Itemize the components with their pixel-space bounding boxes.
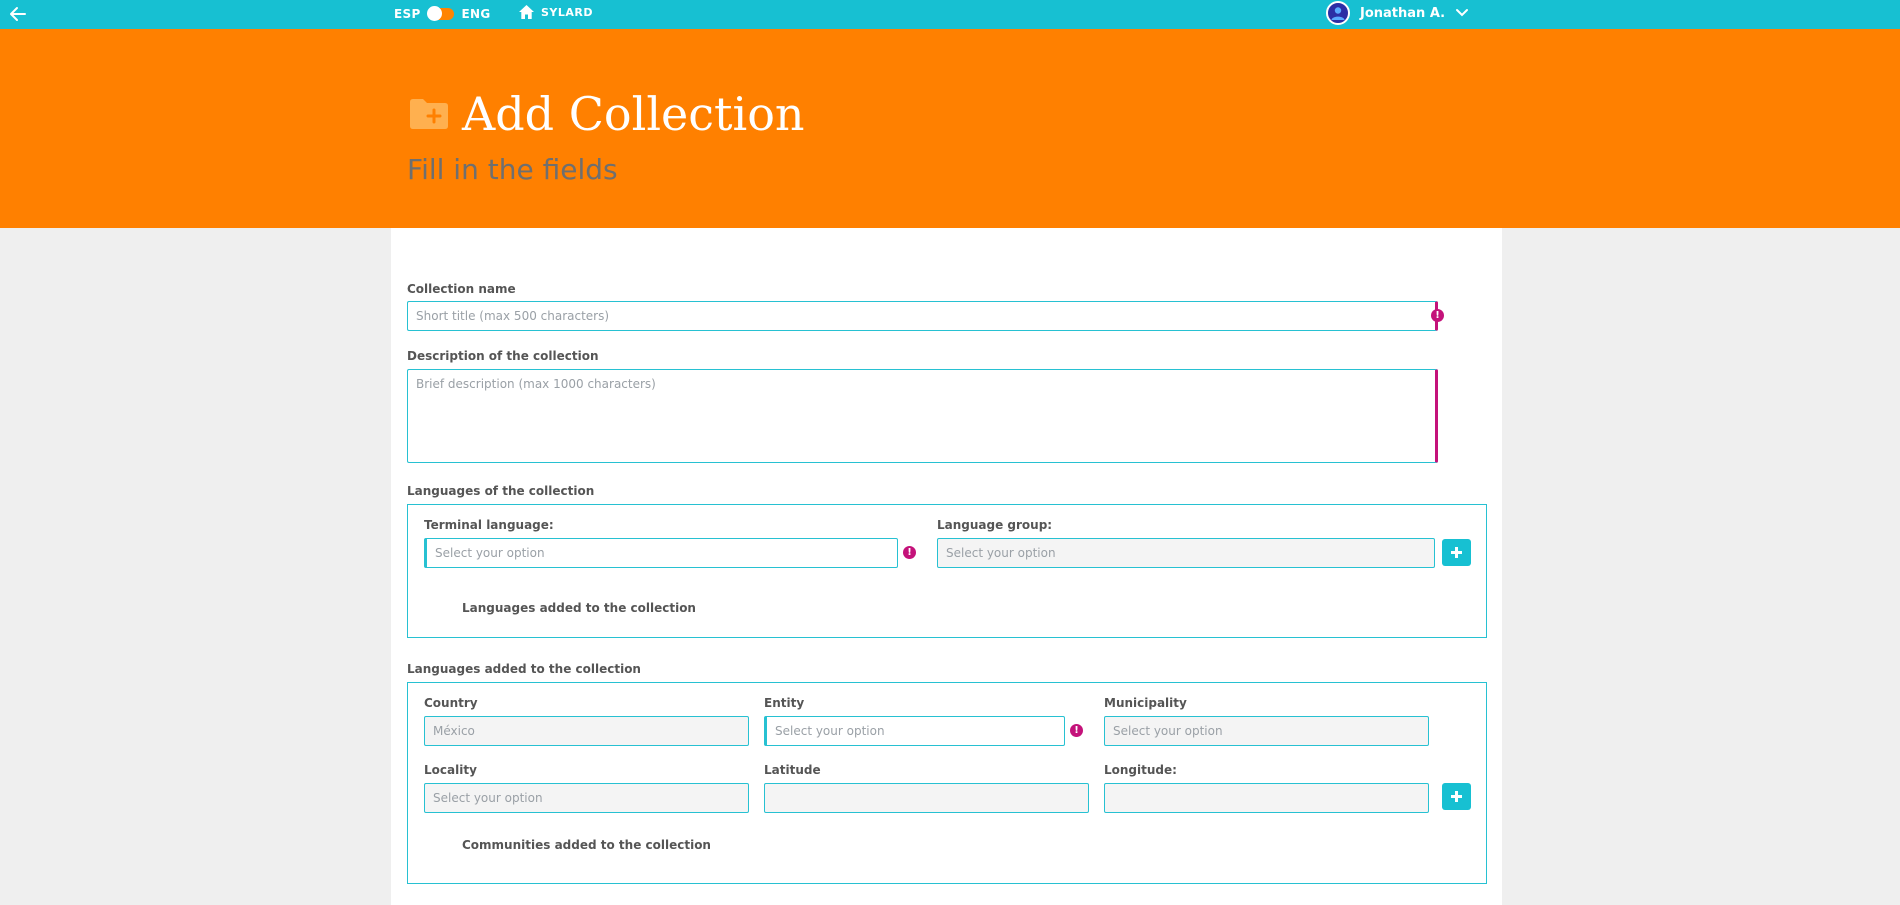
terminal-language-error-icon: !	[903, 546, 916, 559]
municipality-select[interactable]: Select your option	[1104, 716, 1429, 746]
terminal-language-label: Terminal language:	[424, 518, 554, 532]
communities-added-label: Communities added to the collection	[462, 838, 711, 852]
municipality-label: Municipality	[1104, 696, 1187, 710]
collection-name-input[interactable]: Short title (max 500 characters)	[407, 301, 1438, 331]
locality-label: Locality	[424, 763, 477, 777]
collection-name-error-icon: !	[1431, 309, 1444, 322]
languages-section-label: Languages of the collection	[407, 484, 595, 498]
country-select[interactable]: México	[424, 716, 749, 746]
longitude-input[interactable]	[1104, 783, 1429, 813]
country-label: Country	[424, 696, 478, 710]
add-language-button[interactable]	[1442, 539, 1471, 566]
user-name[interactable]: Jonathan A.	[1360, 6, 1445, 21]
page-title: Add Collection	[462, 87, 805, 141]
language-toggle[interactable]	[426, 6, 454, 21]
longitude-label: Longitude:	[1104, 763, 1177, 777]
top-bar: ESP ENG SYLARD Jonathan A.	[0, 0, 1900, 29]
lang-eng-label[interactable]: ENG	[462, 7, 491, 21]
form-card: Collection name Short title (max 500 cha…	[391, 228, 1502, 905]
description-label: Description of the collection	[407, 349, 599, 363]
latitude-label: Latitude	[764, 763, 821, 777]
languages-added-label: Languages added to the collection	[462, 601, 696, 615]
page-header: Add Collection Fill in the fields	[0, 29, 1900, 228]
page-subtitle: Fill in the fields	[407, 153, 618, 186]
plus-icon	[1451, 547, 1462, 558]
lang-esp-label[interactable]: ESP	[394, 7, 421, 21]
terminal-language-select[interactable]: Select your option	[424, 538, 898, 568]
entity-error-icon: !	[1070, 724, 1083, 737]
home-icon	[519, 5, 534, 19]
plus-icon	[1451, 791, 1462, 802]
back-arrow-icon[interactable]	[8, 4, 28, 24]
language-group-label: Language group:	[937, 518, 1053, 532]
latitude-input[interactable]	[764, 783, 1089, 813]
avatar[interactable]	[1326, 1, 1350, 25]
languages-box: Terminal language: Select your option ! …	[407, 504, 1487, 638]
home-link[interactable]: SYLARD	[518, 4, 593, 20]
locality-select[interactable]: Select your option	[424, 783, 749, 813]
user-icon	[1331, 7, 1345, 20]
collection-name-label: Collection name	[407, 282, 516, 296]
entity-label: Entity	[764, 696, 805, 710]
entity-select[interactable]: Select your option	[764, 716, 1065, 746]
folder-add-icon	[410, 99, 448, 129]
language-group-select[interactable]: Select your option	[937, 538, 1435, 568]
home-label[interactable]: SYLARD	[541, 6, 593, 19]
communities-box: Country México Entity Select your option…	[407, 682, 1487, 884]
description-textarea[interactable]: Brief description (max 1000 characters)	[407, 369, 1438, 463]
page-title-row: Add Collection	[408, 87, 805, 141]
chevron-down-icon[interactable]	[1455, 8, 1469, 18]
communities-section-label: Languages added to the collection	[407, 662, 641, 676]
user-menu[interactable]: Jonathan A.	[1326, 1, 1469, 25]
language-switch[interactable]: ESP ENG	[394, 5, 491, 23]
add-community-button[interactable]	[1442, 783, 1471, 810]
